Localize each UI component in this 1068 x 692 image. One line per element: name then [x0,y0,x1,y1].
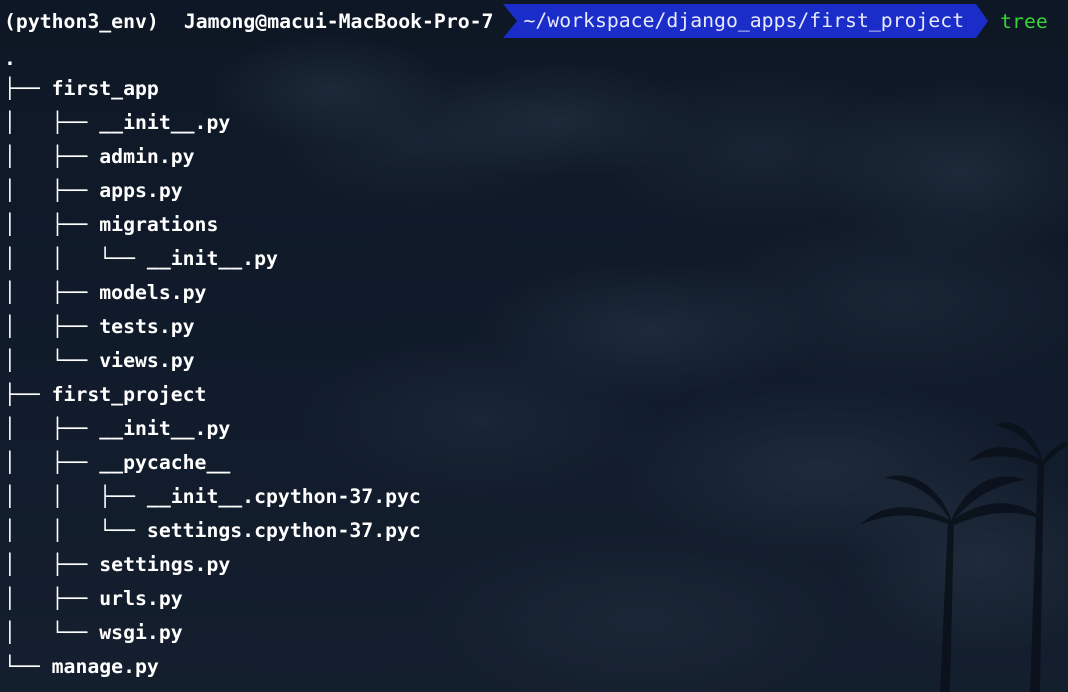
tree-output-line: │ ├── models.py [4,281,207,304]
tree-output-line: │ ├── apps.py [4,179,183,202]
tree-output-line: │ ├── migrations [4,213,219,236]
tree-output-line: │ │ └── __init__.py [4,247,278,270]
tree-output-line: │ │ ├── __init__.cpython-37.pyc [4,485,421,508]
tree-output-line: . [4,47,16,70]
tree-output-line: │ ├── __init__.py [4,417,231,440]
tree-output-line: │ ├── tests.py [4,315,195,338]
tree-output-line: └── manage.py [4,655,159,678]
terminal-window: (python3_env) Jamong@macui-MacBook-Pro-7… [0,0,1068,692]
current-path: ~/workspace/django_apps/first_project [517,4,977,38]
tree-output-line: │ ├── __init__.py [4,111,231,134]
path-segment: ~/workspace/django_apps/first_project [503,4,989,38]
tree-output-line: │ ├── __pycache__ [4,451,231,474]
virtualenv-name: (python3_env) [4,9,159,33]
powerline-arrow-right [976,4,989,38]
tree-output-line: ├── first_app [4,77,159,100]
user-host: Jamong@macui-MacBook-Pro-7 [183,9,494,33]
typed-command: tree [1000,9,1048,33]
tree-output-line: ├── first_project [4,383,207,406]
tree-output-line: │ ├── urls.py [4,587,183,610]
tree-output-line: │ ├── admin.py [4,145,195,168]
tree-output-line: │ └── views.py [4,349,195,372]
shell-prompt: (python3_env) Jamong@macui-MacBook-Pro-7… [0,4,1048,38]
tree-output-line: │ └── wsgi.py [4,621,183,644]
tree-output-line: │ ├── settings.py [4,553,231,576]
powerline-arrow-left [503,4,518,38]
tree-output-line: │ │ └── settings.cpython-37.pyc [4,519,421,542]
